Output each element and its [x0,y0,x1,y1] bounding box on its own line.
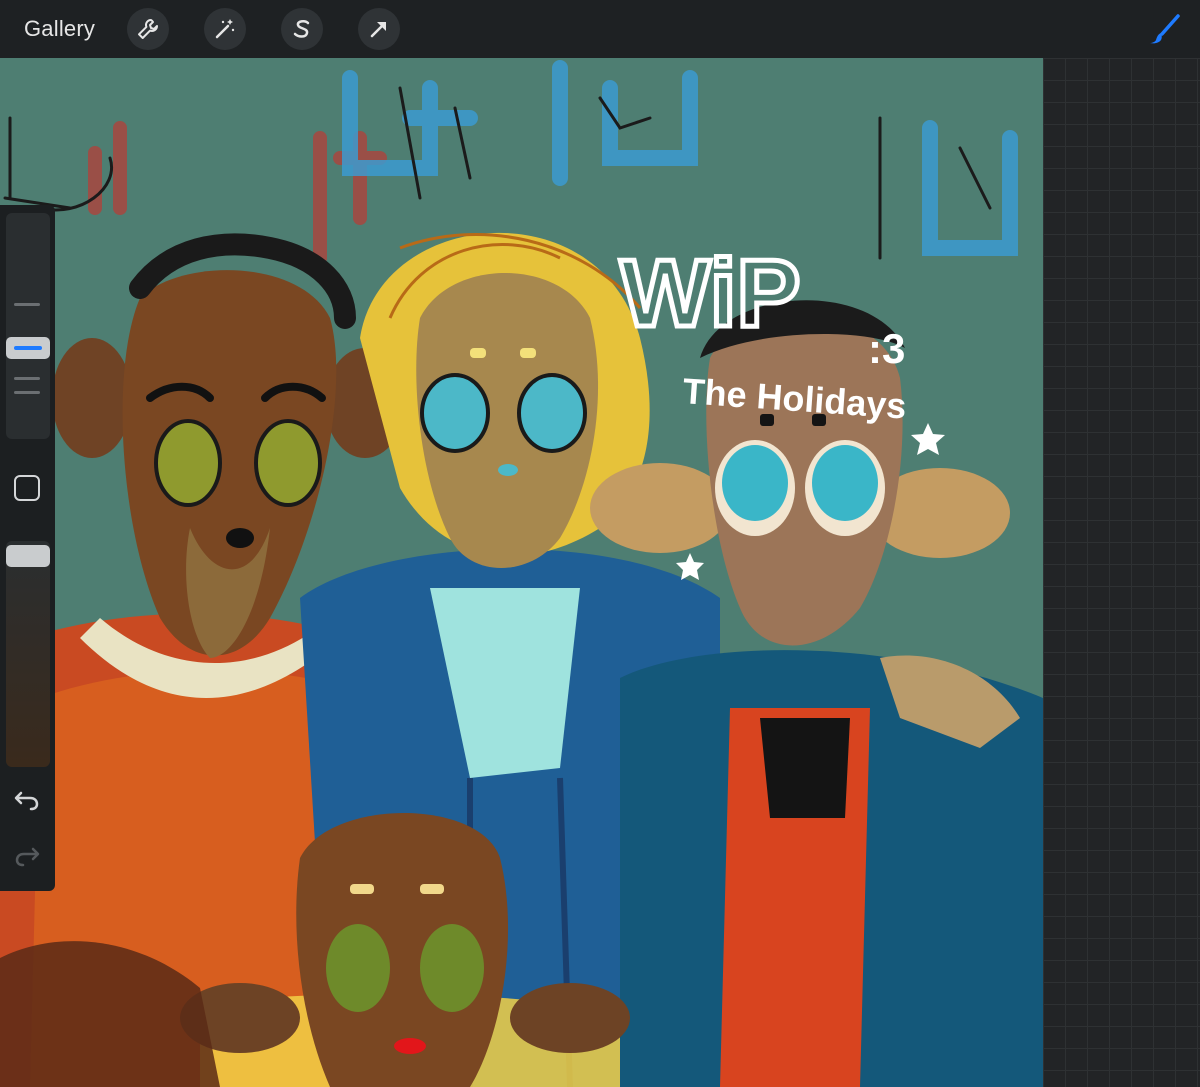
redo-icon [15,847,40,867]
adjustments-button[interactable] [204,8,246,50]
brush-button[interactable] [1142,8,1186,52]
slider-tick [14,377,40,380]
transform-arrow-icon [370,22,386,38]
brush-size-slider[interactable] [6,213,50,439]
selection-s-icon [293,20,310,38]
svg-text::3: :3 [868,325,905,372]
magic-wand-icon [215,19,235,39]
slider-tick [14,303,40,306]
top-toolbar: Gallery [0,0,1200,59]
brush-size-thumb[interactable] [6,337,50,359]
transform-button[interactable] [358,8,400,50]
opacity-thumb[interactable] [6,545,50,567]
wrench-icon [138,19,158,39]
gallery-button[interactable]: Gallery [24,16,95,42]
slider-tick [14,391,40,394]
left-sidebar [0,205,55,891]
undo-icon [14,791,39,811]
artwork-illustration: WiP :3 The Holidays [0,58,1043,1087]
svg-text:WiP: WiP [620,240,800,347]
redo-button[interactable] [14,845,40,872]
drawing-canvas[interactable]: WiP :3 The Holidays [0,58,1043,1087]
square-modify-icon[interactable] [14,475,40,501]
canvas-grid-background [1043,58,1200,1087]
actions-button[interactable] [127,8,169,50]
opacity-slider[interactable] [6,541,50,767]
selection-button[interactable] [281,8,323,50]
undo-button[interactable] [14,789,40,816]
brush-icon [1150,14,1180,44]
